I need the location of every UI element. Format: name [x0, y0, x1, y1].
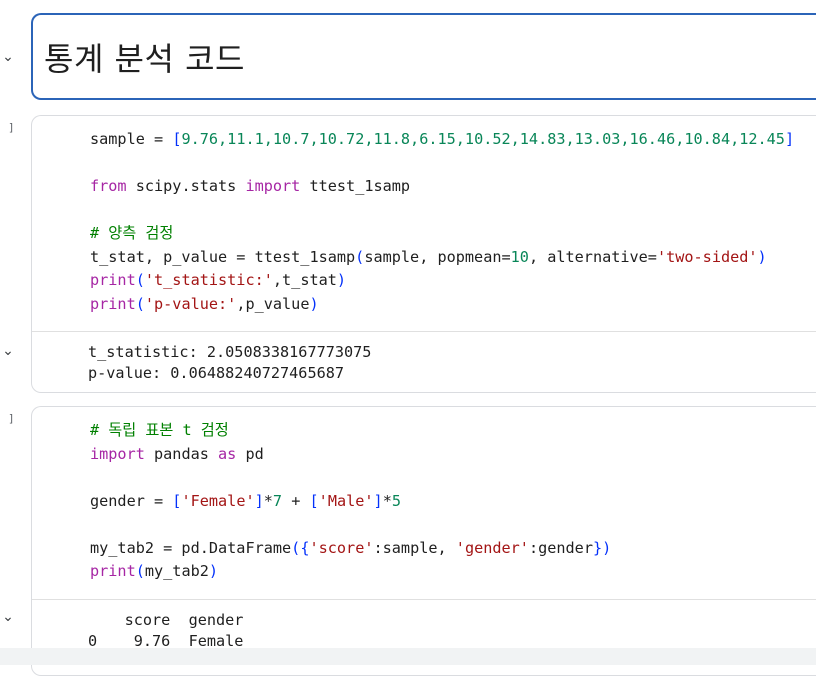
cell-output: t_statistic: 2.0508338167773075 p-value:…	[88, 342, 371, 384]
code-editor[interactable]: sample = [9.76,11.1,10.7,10.72,11.8,6.15…	[90, 128, 794, 316]
markdown-heading: 통계 분석 코드	[44, 40, 245, 78]
output-divider	[32, 599, 816, 600]
markdown-cell[interactable]: 통계 분석 코드	[31, 13, 816, 100]
bottom-status-bar	[0, 648, 816, 665]
code-cell[interactable]: # 독립 표본 t 검정 import pandas as pd gender = …	[31, 406, 816, 676]
cell-output: score gender 0 9.76 Female	[88, 610, 243, 652]
code-editor[interactable]: # 독립 표본 t 검정 import pandas as pd gender = …	[90, 419, 611, 584]
output-table-header: score gender	[88, 611, 244, 629]
output-divider	[32, 331, 816, 332]
chevron-down-icon[interactable]: ⌄	[0, 49, 16, 65]
output-line: t_statistic: 2.0508338167773075	[88, 343, 372, 361]
output-line: p-value: 0.06488240727465687	[88, 364, 345, 382]
chevron-down-icon[interactable]: ⌄	[0, 609, 16, 625]
cell-execution-bracket: ]	[8, 412, 15, 425]
cell-execution-bracket: ]	[8, 121, 15, 134]
chevron-down-icon[interactable]: ⌄	[0, 343, 16, 359]
code-cell[interactable]: sample = [9.76,11.1,10.7,10.72,11.8,6.15…	[31, 115, 816, 393]
